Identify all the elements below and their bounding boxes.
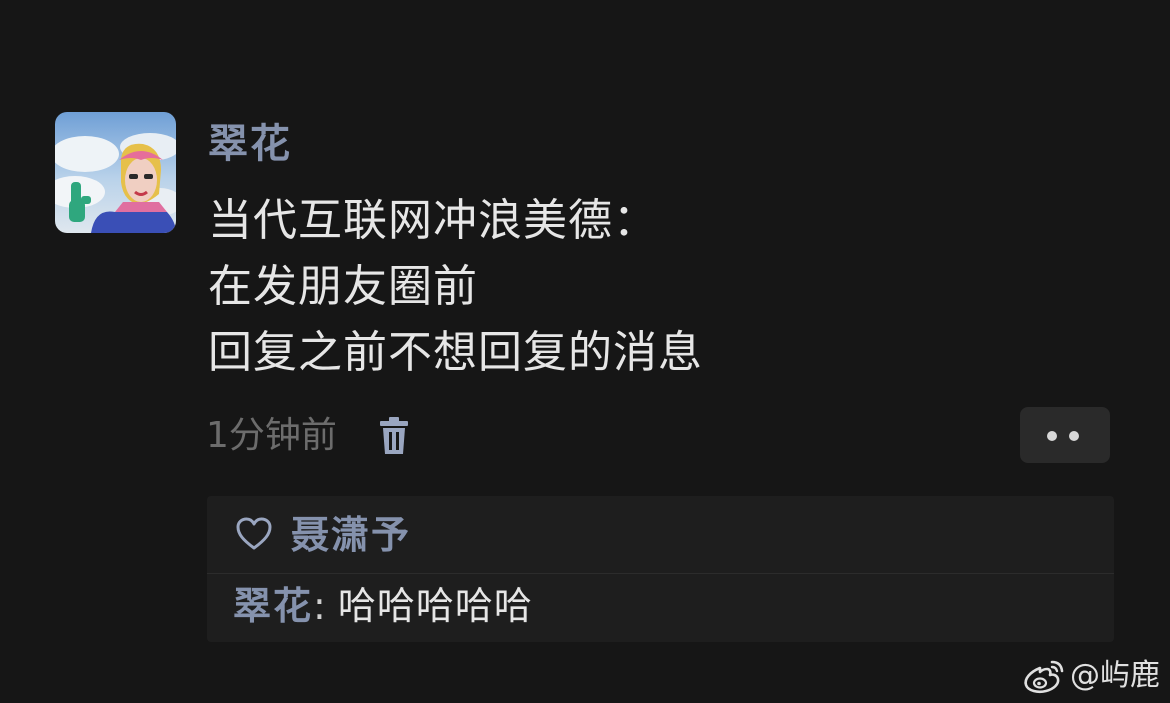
comment-text: 哈哈哈哈哈 [337, 584, 533, 628]
comment-separator: : [313, 584, 338, 628]
heart-outline-icon [235, 516, 273, 552]
post-content: 当代互联网冲浪美德： 在发朋友圈前 回复之前不想回复的消息 [208, 188, 703, 386]
comment-item[interactable]: 翠花: 哈哈哈哈哈 [233, 578, 533, 634]
post-author-name[interactable]: 翠花 [208, 116, 292, 172]
panel-divider [207, 573, 1114, 574]
post-text-line: 当代互联网冲浪美德： [208, 195, 658, 246]
watermark-handle: @屿鹿 [1070, 658, 1160, 693]
post-text-line: 回复之前不想回复的消息 [208, 327, 703, 378]
post-timestamp: 1分钟前 [206, 415, 337, 456]
liker-name[interactable]: 聂潇予 [291, 508, 411, 562]
more-dot-icon [1069, 431, 1079, 441]
post-text-line: 在发朋友圈前 [208, 261, 478, 312]
weibo-logo-icon [1022, 658, 1066, 694]
watermark: @屿鹿 [1022, 654, 1160, 698]
comment-author-name[interactable]: 翠花 [233, 584, 313, 628]
interaction-panel: 聂潇予 翠花: 哈哈哈哈哈 [207, 496, 1114, 642]
trash-icon[interactable] [378, 416, 410, 456]
likes-row: 聂潇予 [207, 496, 1114, 573]
avatar-image [55, 112, 176, 233]
more-dots-button[interactable] [1020, 407, 1110, 463]
more-dot-icon [1047, 431, 1057, 441]
moments-post-page: 翠花 当代互联网冲浪美德： 在发朋友圈前 回复之前不想回复的消息 1分钟前 聂潇… [0, 0, 1170, 703]
avatar[interactable] [55, 112, 176, 233]
